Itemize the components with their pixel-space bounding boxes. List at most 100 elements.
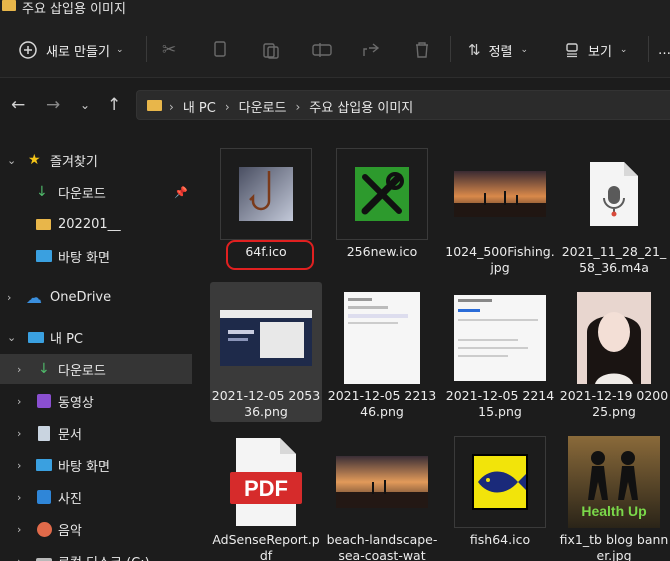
pin-icon[interactable]: 📌 <box>174 186 188 199</box>
thumbnail: PDF <box>220 436 312 528</box>
rename-icon[interactable] <box>312 36 332 64</box>
chevron-down-icon[interactable]: ⌄ <box>7 331 16 344</box>
sidebar-item-folder-202201[interactable]: 202201__ <box>0 209 192 239</box>
sidebar-item-onedrive[interactable]: › ☁ OneDrive <box>0 282 192 312</box>
file-tile-selected[interactable]: 2021-12-05 2053 36.png <box>210 282 322 422</box>
chevron-right-icon[interactable]: › <box>17 555 21 561</box>
sidebar-item-this-pc[interactable]: ⌄ 내 PC <box>0 322 192 352</box>
sidebar-item-downloads[interactable]: › ↓ 다운로드 <box>0 354 192 384</box>
sidebar-item-pictures[interactable]: › 사진 <box>0 482 192 512</box>
sidebar-item-label: 사진 <box>58 491 82 507</box>
more-label: … <box>658 42 670 58</box>
fish-icon <box>472 454 528 510</box>
thumbnail <box>336 148 428 240</box>
chevron-right-icon[interactable]: › <box>17 491 21 504</box>
sidebar-item-documents[interactable]: › 문서 <box>0 418 192 448</box>
file-tile[interactable]: 1024_500Fishing.jpg <box>444 138 556 278</box>
sidebar-item-label: OneDrive <box>50 289 112 305</box>
health-banner-image-icon: Health Up <box>568 436 660 528</box>
chevron-right-icon[interactable]: › <box>7 291 11 304</box>
address-box[interactable]: › 내 PC › 다운로드 › 주요 삽입용 이미지 <box>136 90 670 120</box>
cloud-icon: ☁ <box>26 287 42 307</box>
cut-icon[interactable]: ✂ <box>162 36 176 64</box>
sidebar-item-label: 바탕 화면 <box>58 250 110 266</box>
sidebar-item-videos[interactable]: › 동영상 <box>0 386 192 416</box>
recent-chevron-icon[interactable]: ⌄ <box>80 98 90 112</box>
sidebar-item-label: 다운로드 <box>58 186 106 202</box>
new-button[interactable]: 새로 만들기 ⌄ <box>18 36 123 64</box>
file-tile[interactable]: fish64.ico <box>444 426 556 561</box>
pdf-file-icon: PDF <box>230 438 302 526</box>
thumbnail <box>336 436 428 528</box>
file-grid: 64f.ico 256new.ico 1024_500Fishing.jpg 2… <box>196 132 670 561</box>
back-arrow-icon[interactable]: ← <box>11 95 25 115</box>
crumb-pc[interactable]: 내 PC <box>183 97 216 116</box>
desktop-icon <box>36 459 52 471</box>
view-button[interactable]: 보기 ⌄ <box>564 36 627 64</box>
sidebar-item-desktop-pinned[interactable]: 바탕 화면 <box>0 241 192 271</box>
sidebar-item-label: 다운로드 <box>58 363 106 379</box>
sidebar-item-label: 202201__ <box>58 216 121 232</box>
sidebar-item-label: 즐겨찾기 <box>50 154 98 170</box>
file-tile[interactable]: beach-landscape-sea-coast-wat <box>326 426 438 561</box>
file-tile[interactable]: 2021_11_28_21_58_36.m4a <box>558 138 670 278</box>
sort-label: 정렬 <box>488 44 513 60</box>
file-name: 2021-12-05 2053 36.png <box>211 388 321 419</box>
file-name: 2021-12-05 2214 15.png <box>445 388 555 419</box>
sidebar-item-desktop[interactable]: › 바탕 화면 <box>0 450 192 480</box>
window-title: 주요 삽입용 이미지 <box>22 2 126 17</box>
sunset-photo-icon <box>454 171 546 217</box>
music-icon <box>37 521 52 537</box>
thumbnail <box>568 292 660 384</box>
view-icon <box>566 43 578 58</box>
chevron-down-icon[interactable]: ⌄ <box>7 154 16 167</box>
chevron-right-icon[interactable]: › <box>17 427 21 440</box>
file-tile[interactable]: 2021-12-05 2213 46.png <box>326 282 438 422</box>
crumb-downloads[interactable]: 다운로드 <box>239 97 287 116</box>
delete-icon[interactable] <box>414 36 430 64</box>
up-arrow-icon[interactable]: ↑ <box>107 95 121 115</box>
forward-arrow-icon[interactable]: → <box>46 95 60 115</box>
separator <box>450 36 451 62</box>
thumbnail <box>568 148 660 240</box>
sidebar-item-downloads-pinned[interactable]: ↓ 다운로드 📌 <box>0 177 192 207</box>
thumbnail <box>336 292 428 384</box>
thumbnail <box>454 292 546 384</box>
file-tile[interactable]: Health Up fix1_tb blog banner.jpg <box>558 426 670 561</box>
sidebar-item-music[interactable]: › 음악 <box>0 514 192 544</box>
separator <box>146 36 147 62</box>
separator <box>648 36 649 62</box>
file-tile[interactable]: 256new.ico <box>326 138 438 278</box>
computer-icon <box>28 331 44 343</box>
share-icon[interactable] <box>362 36 380 64</box>
crumb-current[interactable]: 주요 삽입용 이미지 <box>309 97 413 116</box>
file-name: 1024_500Fishing.jpg <box>445 244 555 275</box>
chevron-right-icon[interactable]: › <box>17 523 21 536</box>
chevron-right-icon[interactable]: › <box>17 363 21 376</box>
fish-hook-icon <box>239 167 293 221</box>
sort-button[interactable]: ⇅ 정렬 ⌄ <box>468 36 528 64</box>
pictures-icon <box>37 490 51 504</box>
chevron-down-icon: ⌄ <box>520 45 529 55</box>
sidebar-item-favorites[interactable]: ⌄ ★ 즐겨찾기 <box>0 145 192 175</box>
view-label: 보기 <box>588 44 612 60</box>
sidebar-item-label: 동영상 <box>58 395 94 411</box>
thumbnail <box>220 292 312 384</box>
chevron-right-icon[interactable]: › <box>17 395 21 408</box>
more-button[interactable]: … <box>658 36 670 64</box>
file-tile[interactable]: 2021-12-19 0200 25.png <box>558 282 670 422</box>
folder-icon <box>147 100 162 111</box>
chevron-right-icon[interactable]: › <box>17 459 21 472</box>
paste-icon[interactable] <box>262 36 280 64</box>
desktop-icon <box>36 250 52 262</box>
chevron-down-icon: ⌄ <box>619 45 628 55</box>
file-tile[interactable]: PDF AdSenseReport.pdf <box>210 426 322 561</box>
plus-circle-icon <box>19 41 37 59</box>
file-name: 2021_11_28_21_58_36.m4a <box>561 244 667 275</box>
folder-icon <box>2 0 16 11</box>
sidebar-item-local-disk[interactable]: › 로컬 디스크 (C:) <box>0 546 192 561</box>
file-name: fix1_tb blog banner.jpg <box>559 532 669 561</box>
beach-photo-icon <box>336 456 428 508</box>
file-tile[interactable]: 2021-12-05 2214 15.png <box>444 282 556 422</box>
copy-icon[interactable] <box>212 36 228 64</box>
